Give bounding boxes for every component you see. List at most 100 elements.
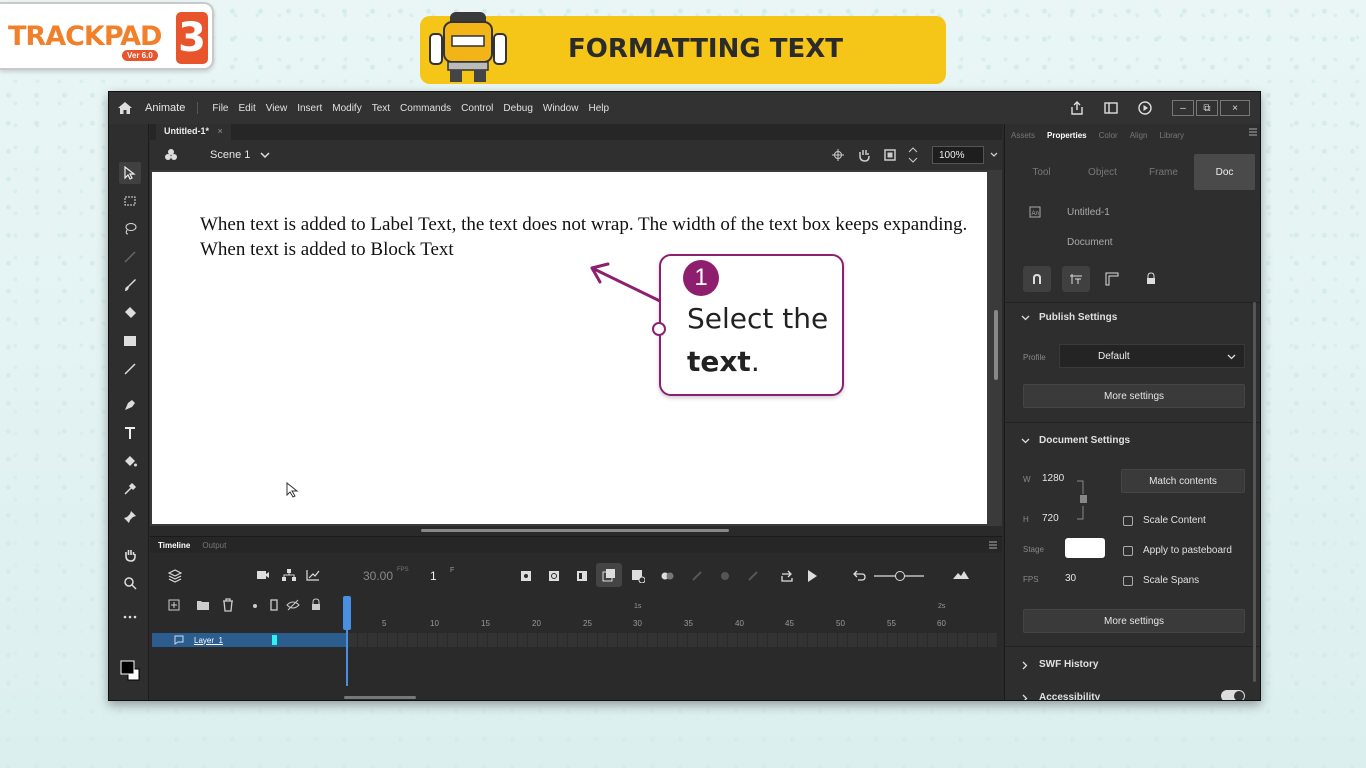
graph-icon[interactable] xyxy=(306,569,320,581)
fill-stroke-swatch-icon[interactable] xyxy=(119,660,141,682)
share-icon[interactable] xyxy=(1070,101,1084,115)
menu-text[interactable]: Text xyxy=(372,103,390,114)
onion-skin-button[interactable] xyxy=(596,563,622,587)
stage-horizontal-scrollbar[interactable] xyxy=(421,529,729,532)
width-input[interactable]: 1280 xyxy=(1042,473,1064,484)
lasso-tool-icon[interactable] xyxy=(119,218,141,240)
insert-blank-keyframe-icon[interactable] xyxy=(548,570,560,582)
home-icon[interactable] xyxy=(111,101,139,115)
layer-row-layer-1[interactable]: Layer_1 xyxy=(152,633,346,647)
scale-spans-label[interactable]: Scale Spans xyxy=(1143,575,1199,586)
menu-debug[interactable]: Debug xyxy=(503,103,532,114)
brush-tool-icon[interactable] xyxy=(119,274,141,296)
snap-to-guides-button[interactable] xyxy=(1062,266,1090,292)
tab-library[interactable]: Library xyxy=(1160,131,1184,140)
tab-color[interactable]: Color xyxy=(1099,131,1118,140)
delete-layer-icon[interactable] xyxy=(222,598,234,612)
scene-name[interactable]: Scene 1 xyxy=(210,149,250,161)
timeline-horizontal-scrollbar[interactable] xyxy=(344,696,416,699)
rotate-hand-icon[interactable] xyxy=(857,148,871,162)
rectangle-tool-icon[interactable] xyxy=(119,330,141,352)
stage-text-block[interactable]: When text is added to Label Text, the te… xyxy=(200,212,970,262)
lock-guides-icon[interactable] xyxy=(1145,272,1157,285)
undo-icon[interactable] xyxy=(852,569,866,581)
chevron-right-icon[interactable] xyxy=(1022,661,1028,670)
menu-file[interactable]: File xyxy=(212,103,228,114)
restore-button[interactable]: ⧉ xyxy=(1196,100,1218,116)
test-movie-icon[interactable] xyxy=(1138,101,1152,115)
panel-options-icon[interactable] xyxy=(1248,128,1258,136)
profile-select[interactable]: Default xyxy=(1059,344,1245,368)
hand-tool-icon[interactable] xyxy=(119,544,141,566)
swf-history-header[interactable]: SWF History xyxy=(1039,659,1098,670)
lock-layer-icon[interactable] xyxy=(310,598,322,611)
tab-align[interactable]: Align xyxy=(1130,131,1148,140)
highlight-dot-icon[interactable] xyxy=(252,603,258,609)
stage-canvas[interactable]: When text is added to Label Text, the te… xyxy=(152,172,987,524)
add-folder-icon[interactable] xyxy=(196,599,210,611)
snap-to-objects-button[interactable] xyxy=(1023,266,1051,292)
stage-vertical-scrollbar[interactable] xyxy=(994,310,998,380)
layer-name[interactable]: Layer_1 xyxy=(194,636,223,645)
fps-input[interactable]: 30 xyxy=(1065,573,1076,584)
zoom-dropdown-icon[interactable] xyxy=(990,152,998,158)
scale-spans-checkbox[interactable] xyxy=(1123,576,1133,586)
layers-icon[interactable] xyxy=(168,569,182,583)
accessibility-toggle[interactable] xyxy=(1221,690,1245,700)
selection-tool-icon[interactable] xyxy=(119,162,141,184)
insert-keyframe-icon[interactable] xyxy=(520,570,532,582)
document-tab[interactable]: Untitled-1* × xyxy=(156,124,231,140)
insert-frame-icon[interactable] xyxy=(576,570,588,582)
stage-center-icon[interactable] xyxy=(831,148,845,162)
layer-color-swatch[interactable] xyxy=(272,635,277,645)
text-tool-icon[interactable] xyxy=(119,422,141,444)
pen-tool-icon[interactable] xyxy=(119,394,141,416)
scale-content-checkbox[interactable] xyxy=(1123,516,1133,526)
panel-vertical-scrollbar[interactable] xyxy=(1253,302,1256,682)
clip-content-icon[interactable] xyxy=(883,148,897,162)
pin-tool-icon[interactable] xyxy=(119,506,141,528)
stage-color-swatch[interactable] xyxy=(1065,538,1105,558)
eyedropper-tool-icon[interactable] xyxy=(119,478,141,500)
document-more-settings-button[interactable]: More settings xyxy=(1023,609,1245,633)
line-tool-icon[interactable] xyxy=(119,358,141,380)
tab-object[interactable]: Object xyxy=(1072,154,1133,190)
add-layer-icon[interactable] xyxy=(168,599,180,611)
outline-icon[interactable] xyxy=(270,599,278,611)
tab-output[interactable]: Output xyxy=(202,541,226,550)
accessibility-header[interactable]: Accessibility xyxy=(1039,692,1100,700)
playhead[interactable] xyxy=(343,596,351,686)
document-settings-header[interactable]: Document Settings xyxy=(1039,435,1130,446)
current-frame[interactable]: 1 xyxy=(430,569,437,583)
menu-edit[interactable]: Edit xyxy=(238,103,255,114)
close-button[interactable]: × xyxy=(1220,100,1250,116)
chevron-down-icon[interactable] xyxy=(1021,315,1030,321)
frame-track[interactable] xyxy=(348,633,998,647)
minimize-button[interactable]: – xyxy=(1172,100,1194,116)
menu-view[interactable]: View xyxy=(266,103,288,114)
scene-icon[interactable] xyxy=(164,148,178,162)
tab-assets[interactable]: Assets xyxy=(1011,131,1035,140)
hide-layer-icon[interactable] xyxy=(286,599,300,611)
layer-parenting-icon[interactable] xyxy=(282,569,296,581)
menu-modify[interactable]: Modify xyxy=(332,103,361,114)
tab-properties[interactable]: Properties xyxy=(1047,131,1087,140)
paint-bucket-tool-icon[interactable] xyxy=(119,450,141,472)
apply-pasteboard-checkbox[interactable] xyxy=(1123,546,1133,556)
chevron-down-icon[interactable] xyxy=(260,152,270,158)
zoom-tool-icon[interactable] xyxy=(119,572,141,594)
menu-window[interactable]: Window xyxy=(543,103,579,114)
chevron-down-icon[interactable] xyxy=(1021,438,1030,444)
create-tween-icon[interactable] xyxy=(661,570,675,582)
more-tools-icon[interactable] xyxy=(119,606,141,628)
edit-multiple-frames-icon[interactable] xyxy=(631,569,645,583)
height-input[interactable]: 720 xyxy=(1042,513,1059,524)
menu-insert[interactable]: Insert xyxy=(297,103,322,114)
publish-settings-header[interactable]: Publish Settings xyxy=(1039,312,1117,323)
frame-ruler[interactable]: 1s 2s 5 10 15 20 25 30 35 40 45 50 55 60 xyxy=(348,603,998,631)
chevron-right-icon[interactable] xyxy=(1022,694,1028,701)
link-dimensions-icon[interactable] xyxy=(1075,480,1089,520)
menu-help[interactable]: Help xyxy=(588,103,609,114)
panel-menu-icon[interactable] xyxy=(988,541,998,549)
fps-readout[interactable]: 30.00 xyxy=(363,569,393,583)
